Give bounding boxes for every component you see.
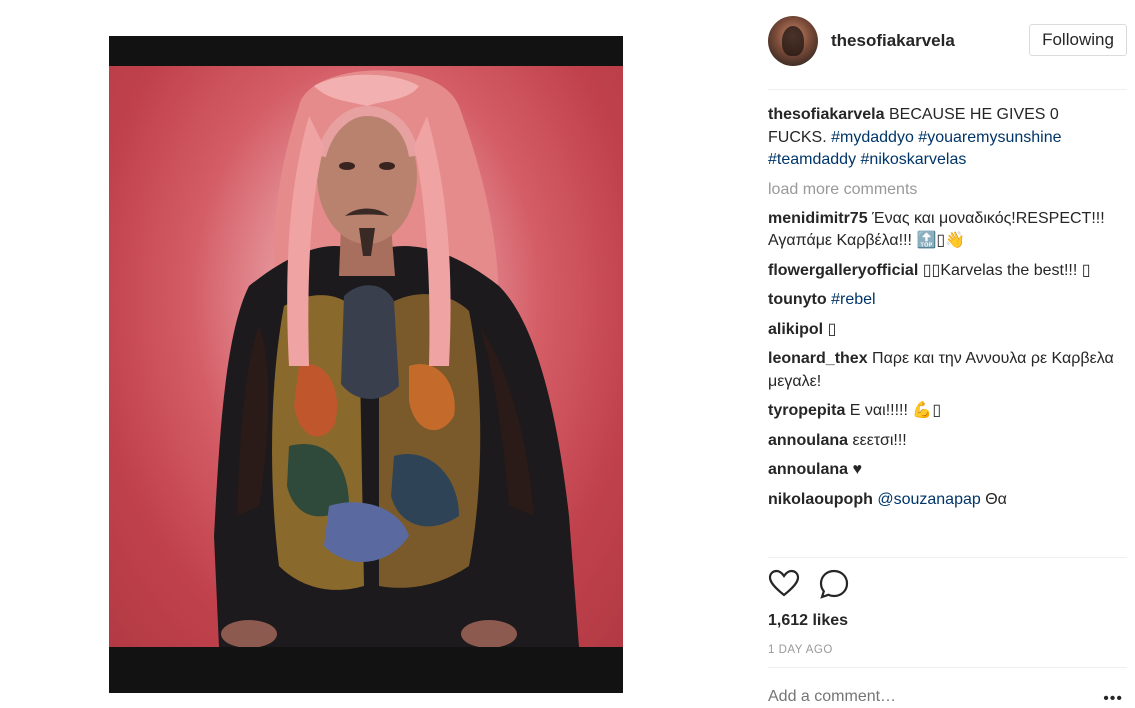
photo-letterbox-top <box>109 36 623 66</box>
header-username[interactable]: thesofiakarvela <box>831 31 955 51</box>
comment-text: εεετσι!!! <box>852 431 907 449</box>
hashtag-link[interactable]: #nikoskarvelas <box>861 151 967 168</box>
hashtag-link[interactable]: #mydaddyo <box>831 129 914 146</box>
photo-image <box>109 66 623 647</box>
comment-username[interactable]: nikolaoupoph <box>768 491 873 508</box>
comment-username[interactable]: annoulana <box>768 461 848 478</box>
comment-bubble-icon[interactable] <box>818 568 850 600</box>
comment-username[interactable]: flowergalleryofficial <box>768 262 918 279</box>
caption-username[interactable]: thesofiakarvela <box>768 106 885 123</box>
footer-divider <box>768 667 1127 668</box>
heart-icon[interactable] <box>768 568 800 600</box>
comment-item: tyropepita Ε ναι!!!!! 💪▯ <box>768 400 1114 423</box>
comment-username[interactable]: alikipol <box>768 321 823 338</box>
comment-item: flowergalleryofficial ▯▯Karvelas the bes… <box>768 260 1114 283</box>
comment-text: Θα <box>980 490 1007 508</box>
hashtag-link[interactable]: #youaremysunshine <box>918 129 1061 146</box>
photo-illustration <box>214 70 579 647</box>
more-options-icon[interactable]: ••• <box>1103 690 1123 708</box>
add-comment-input[interactable] <box>768 688 1088 706</box>
comment-text: ▯▯Karvelas the best!!! ▯ <box>922 261 1091 279</box>
post-details-panel: thesofiakarvela Following thesofiakarvel… <box>768 0 1127 707</box>
comment-username[interactable]: annoulana <box>768 432 848 449</box>
header-divider <box>768 89 1127 90</box>
comments-divider <box>768 557 1127 558</box>
post-header: thesofiakarvela Following <box>768 16 1127 68</box>
likes-count[interactable]: 1,612 likes <box>768 612 848 630</box>
comments-list: thesofiakarvela BECAUSE HE GIVES 0 FUCKS… <box>768 104 1114 558</box>
comment-item: nikolaoupoph @souzanapap Θα <box>768 489 1114 512</box>
comment-username[interactable]: tyropepita <box>768 402 845 419</box>
post-date[interactable]: 1 DAY AGO <box>768 644 833 656</box>
avatar[interactable] <box>768 16 818 66</box>
mention-link[interactable]: @souzanapap <box>877 491 980 508</box>
comment-username[interactable]: menidimitr75 <box>768 210 868 227</box>
hashtag-link[interactable]: #teamdaddy <box>768 151 856 168</box>
comment-text: Ε ναι!!!!! 💪▯ <box>849 402 942 419</box>
comment-text: ▯ <box>827 320 837 338</box>
post-photo[interactable] <box>109 36 623 693</box>
comment-item: annoulana εεετσι!!! <box>768 430 1114 453</box>
photo-letterbox-bottom <box>109 647 623 693</box>
load-more-comments-link[interactable]: load more comments <box>768 179 1114 201</box>
hashtag-link[interactable]: #rebel <box>831 291 875 308</box>
comment-username[interactable]: tounyto <box>768 291 827 308</box>
comment-item: menidimitr75 Ένας και μοναδικός!RESPECT!… <box>768 208 1114 253</box>
comment-username[interactable]: leonard_thex <box>768 350 868 367</box>
comment-item: tounyto #rebel <box>768 289 1114 312</box>
comment-item: leonard_thex Παρε και την Αννουλα ρε Καρ… <box>768 348 1114 393</box>
caption: thesofiakarvela BECAUSE HE GIVES 0 FUCKS… <box>768 104 1114 172</box>
comment-item: annoulana ♥ <box>768 459 1114 482</box>
following-button[interactable]: Following <box>1029 24 1127 56</box>
post-actions <box>768 568 868 602</box>
comment-text: ♥ <box>852 461 862 478</box>
comment-item: alikipol ▯ <box>768 319 1114 342</box>
